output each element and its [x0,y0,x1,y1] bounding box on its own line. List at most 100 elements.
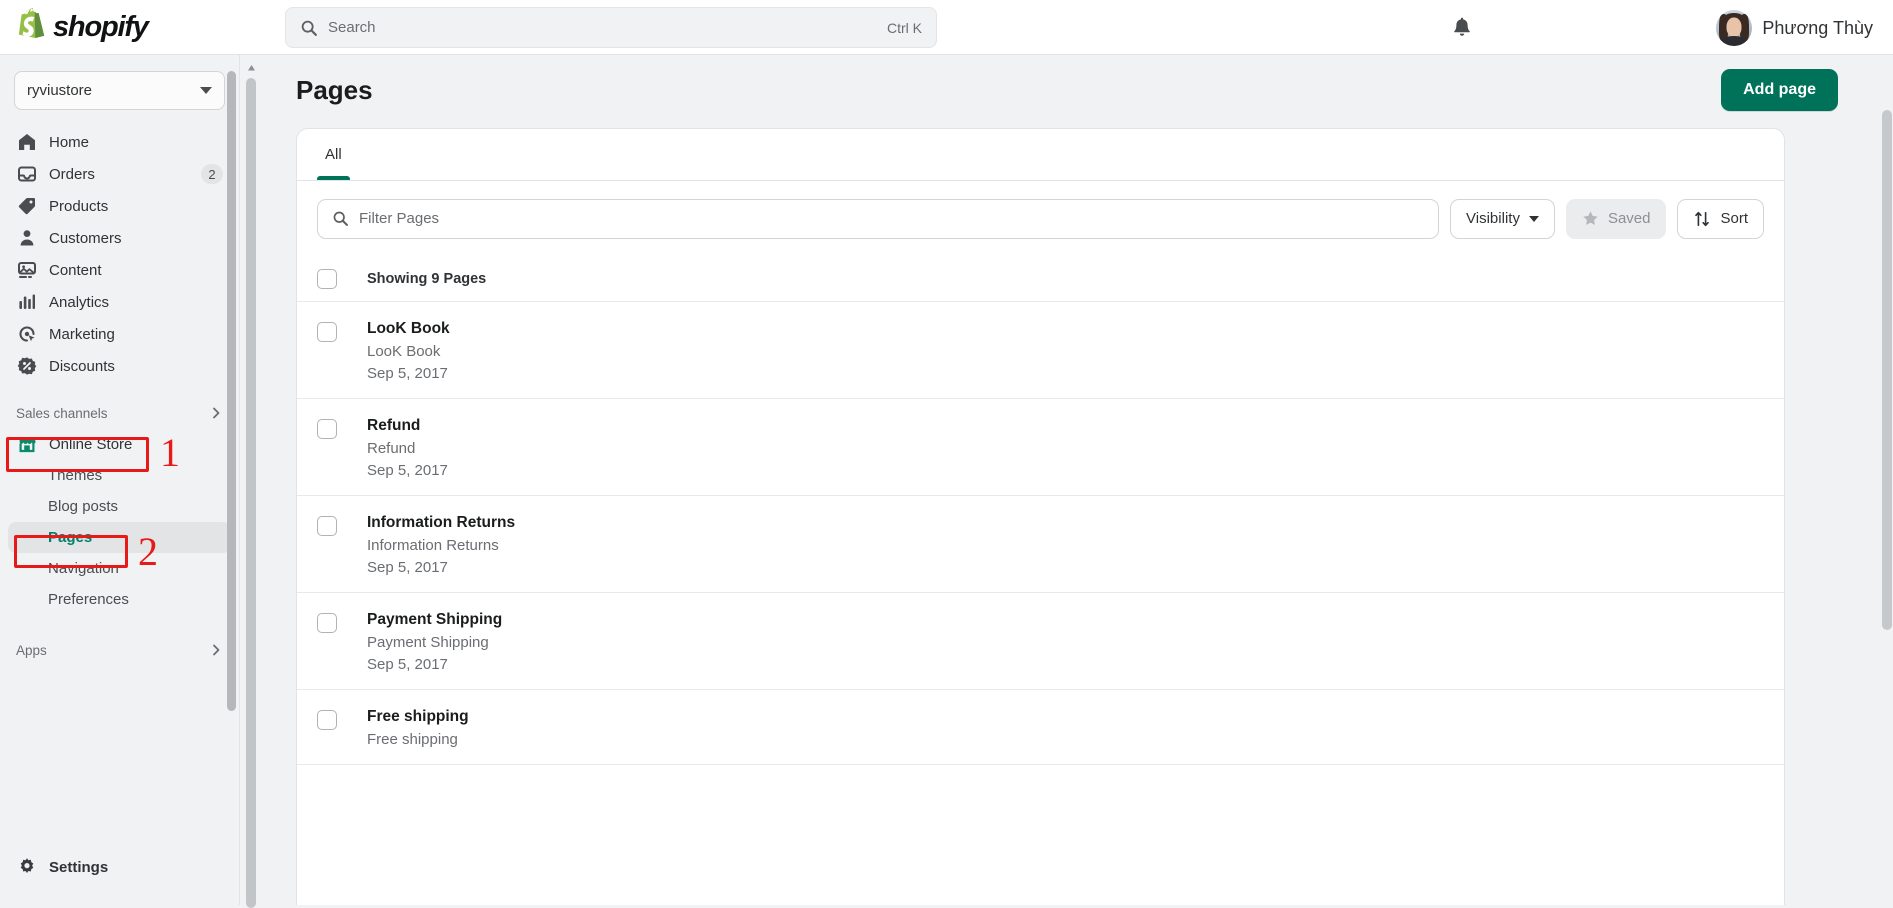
store-switcher[interactable]: ryviustore [14,71,225,110]
row-date: Sep 5, 2017 [367,559,448,576]
sort-button[interactable]: Sort [1677,198,1764,239]
sidebar-scrollbar-thumb[interactable] [227,71,236,711]
sidebar-item-content[interactable]: Content [8,254,231,286]
sidebar-item-navigation[interactable]: Navigation [8,553,231,584]
select-all-checkbox[interactable] [317,268,337,289]
chevron-down-icon [1528,215,1539,222]
sidebar-item-pages[interactable]: Pages [8,522,231,553]
row-checkbox[interactable] [317,419,337,439]
chevron-right-icon [213,407,220,419]
gear-icon [16,856,38,878]
pages-card: All Filter Pages Visibility Saved Sort S… [296,128,1785,905]
filter-bar: Filter Pages Visibility Saved Sort [297,181,1784,256]
filter-pages-input[interactable]: Filter Pages [317,198,1440,239]
sidebar-item-label: Discounts [49,357,115,375]
apps-section-header[interactable]: Apps [16,639,223,661]
tab-label: All [325,146,342,163]
global-search-input[interactable]: Search Ctrl K [285,7,937,48]
row-title: Payment Shipping [367,611,503,628]
shopify-wordmark: shopify [53,10,149,43]
tab-bar: All [297,129,1784,181]
row-date: Sep 5, 2017 [367,365,448,382]
row-content: Payment Shipping Payment Shipping Sep 5,… [367,611,502,673]
main-content: Pages Add page All Filter Pages Visibili… [241,55,1893,905]
avatar [1716,10,1753,46]
store-name: ryviustore [27,82,93,99]
sidebar-item-customers[interactable]: Customers [8,222,231,254]
sidebar-item-analytics[interactable]: Analytics [8,286,231,318]
bell-icon [1454,17,1470,36]
row-checkbox[interactable] [317,710,337,730]
sidebar-scrollbar[interactable] [227,59,236,901]
shopify-bag-icon [18,8,45,39]
saved-filter-button[interactable]: Saved [1565,198,1667,239]
row-subtitle: Refund [367,440,416,457]
sidebar-item-orders[interactable]: Orders 2 [8,158,231,190]
store-icon [16,433,38,455]
sidebar-item-home[interactable]: Home [8,126,231,158]
table-row[interactable]: LooK Book LooK Book Sep 5, 2017 [297,302,1784,399]
notifications-button[interactable] [1446,12,1478,44]
visibility-filter-button[interactable]: Visibility [1450,198,1555,239]
row-checkbox[interactable] [317,613,337,633]
row-subtitle: LooK Book [367,343,441,360]
sidebar-item-label: Themes [48,467,103,484]
sidebar-item-marketing[interactable]: Marketing [8,318,231,350]
chevron-down-icon [200,87,212,94]
sales-channels-label: Sales channels [16,405,108,421]
sidebar-item-label: Navigation [48,560,119,577]
row-title: Information Returns [367,514,516,531]
sidebar-item-preferences[interactable]: Preferences [8,584,231,615]
table-row[interactable]: Payment Shipping Payment Shipping Sep 5,… [297,593,1784,690]
showing-count-label: Showing 9 Pages [367,270,487,287]
orders-count-badge: 2 [201,164,223,184]
sidebar-item-online-store[interactable]: Online Store [8,428,231,460]
table-row[interactable]: Free shipping Free shipping [297,690,1784,765]
user-menu-button[interactable]: Phương Thùy [1706,8,1883,48]
tab-all[interactable]: All [309,129,358,180]
table-row[interactable]: Refund Refund Sep 5, 2017 [297,399,1784,496]
row-subtitle: Payment Shipping [367,634,489,651]
sidebar-item-label: Analytics [49,293,110,311]
sidebar-item-label: Settings [49,858,109,876]
content-scrollbar[interactable] [245,62,257,908]
row-content: Information Returns Information Returns … [367,514,515,576]
sort-label: Sort [1720,210,1748,227]
analytics-icon [16,291,38,313]
sidebar-item-products[interactable]: Products [8,190,231,222]
row-subtitle: Information Returns [367,537,499,554]
saved-label: Saved [1607,210,1651,227]
visibility-label: Visibility [1466,210,1520,227]
settings-row: Settings [0,851,239,883]
page-scrollbar-thumb[interactable] [1882,110,1892,630]
discounts-icon [16,355,38,377]
sidebar-item-discounts[interactable]: Discounts [8,350,231,382]
row-date: Sep 5, 2017 [367,462,448,479]
sidebar-item-label: Customers [49,229,122,247]
sidebar-item-blog-posts[interactable]: Blog posts [8,491,231,522]
search-placeholder: Search [328,19,376,36]
row-checkbox[interactable] [317,322,337,342]
table-row[interactable]: Information Returns Information Returns … [297,496,1784,593]
sidebar-item-label: Marketing [49,325,115,343]
row-title: Refund [367,417,421,434]
page-title: Pages [296,75,373,105]
row-subtitle: Free shipping [367,731,458,748]
row-title: Free shipping [367,708,469,725]
page-scrollbar[interactable] [1881,55,1893,905]
top-bar: shopify Search Ctrl K Phương Thùy [0,0,1893,55]
add-page-button[interactable]: Add page [1721,69,1838,111]
chevron-right-icon [213,644,220,656]
content-scrollbar-thumb[interactable] [246,78,256,908]
filter-placeholder: Filter Pages [359,210,440,227]
sidebar-item-label: Blog posts [48,498,119,515]
sales-channels-section-header[interactable]: Sales channels [16,402,223,424]
sidebar-item-label: Home [49,133,90,151]
sidebar-item-themes[interactable]: Themes [8,460,231,491]
scroll-up-arrow-icon[interactable] [245,62,257,74]
sort-icon [1695,211,1710,226]
shopify-logo[interactable]: shopify [0,0,280,55]
row-date: Sep 5, 2017 [367,656,448,673]
row-checkbox[interactable] [317,516,337,536]
sidebar-item-settings[interactable]: Settings [8,851,232,883]
